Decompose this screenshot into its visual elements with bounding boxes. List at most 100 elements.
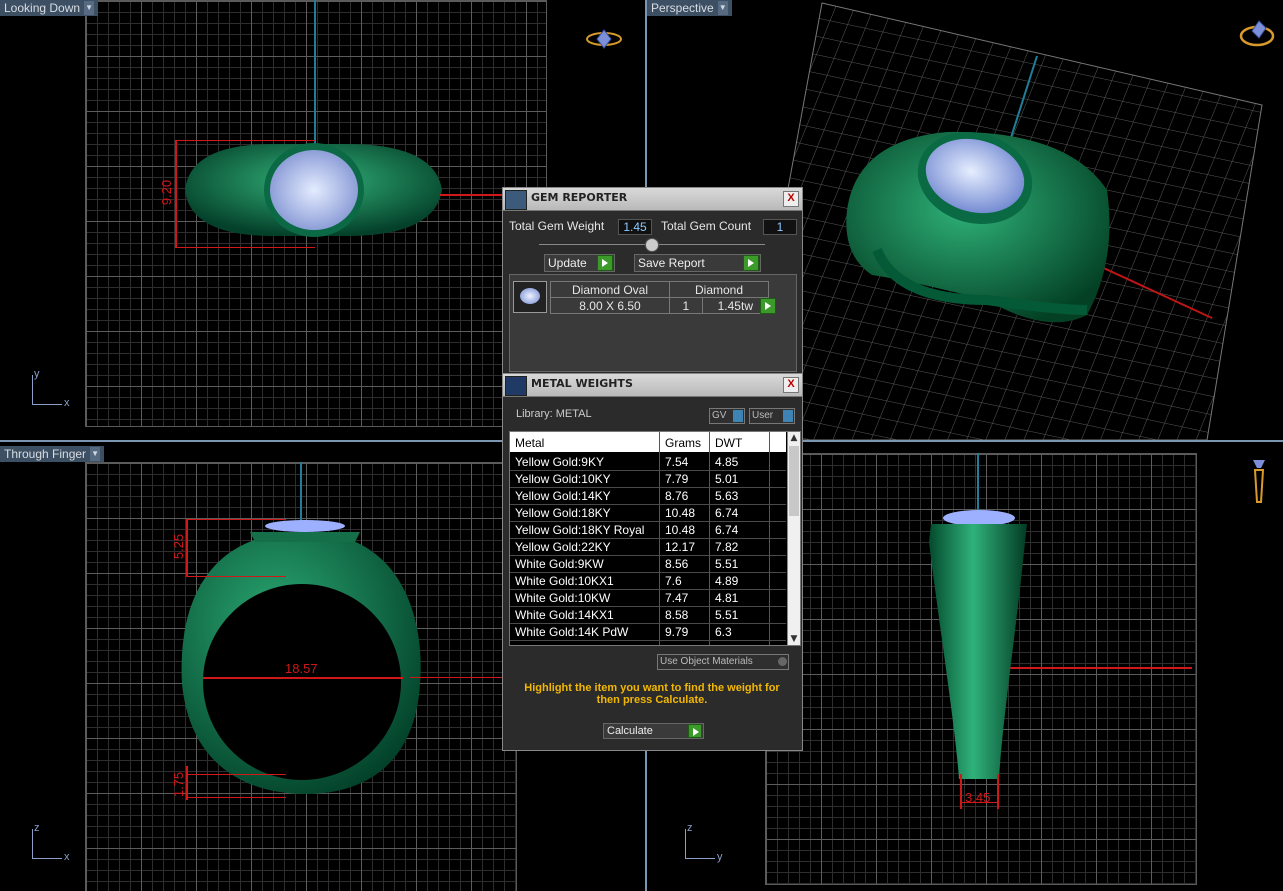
dim-line	[960, 774, 962, 809]
metal-table[interactable]: Metal Grams DWT Yellow Gold:9KY 7.54 4.85 …	[509, 431, 801, 646]
view-orientation-icon[interactable]	[1247, 454, 1271, 506]
table-row[interactable]: Yellow Gold:22KY 12.17 7.82	[510, 538, 786, 556]
viewport-label-text: Through Finger	[4, 447, 87, 461]
metal-name: Yellow Gold:14KY	[515, 489, 611, 503]
gem-weight: 1.45tw	[701, 297, 770, 314]
axis-indicator	[32, 829, 33, 859]
gem-row[interactable]: 8.00 X 6.50 1 1.45tw	[550, 297, 770, 314]
axis-x-label: x	[64, 851, 70, 863]
column-metal[interactable]: Metal	[515, 436, 544, 450]
metal-grams: 12.17	[665, 540, 696, 554]
table-row[interactable]: White Gold:9KW 8.56 5.51	[510, 555, 786, 573]
axis-y-label: y	[34, 368, 40, 380]
chevron-down-icon[interactable]: ▼	[90, 447, 101, 461]
update-label: Update	[548, 256, 587, 270]
toggle-indicator	[733, 410, 743, 422]
gem-row[interactable]: Diamond Oval Diamond	[550, 281, 769, 298]
metal-weights-panel[interactable]: METAL WEIGHTS X Library: METAL GV User M…	[502, 373, 803, 751]
dimension-label: 5.25	[171, 533, 187, 560]
total-gem-count-label: Total Gem Count	[661, 219, 752, 233]
table-header: Metal Grams DWT	[510, 432, 786, 452]
close-button[interactable]: X	[783, 191, 799, 207]
chevron-down-icon[interactable]: ▼	[717, 1, 728, 15]
dimension-label: 18.57	[285, 661, 318, 676]
metal-grams: 8.76	[665, 489, 689, 503]
viewport-label-perspective[interactable]: Perspective ▼	[647, 0, 732, 16]
instruction-text: Highlight the item you want to find the …	[524, 682, 780, 706]
scroll-up-icon[interactable]: ▲	[789, 433, 799, 443]
dimension-label: 9.20	[159, 179, 175, 206]
table-row[interactable]: White Gold:14K PdW 9.79 6.3	[510, 623, 786, 641]
panel-titlebar[interactable]: GEM REPORTER X	[503, 188, 802, 211]
dim-line	[186, 774, 286, 775]
metal-name: Yellow Gold:18KY Royal	[515, 523, 645, 537]
update-button[interactable]: Update	[544, 254, 615, 272]
table-row[interactable]: Yellow Gold:14KY 8.76 5.63	[510, 487, 786, 505]
toggle-indicator	[778, 657, 787, 666]
user-toggle[interactable]: User	[749, 408, 795, 424]
dim-line	[410, 677, 505, 678]
gem-size: 8.00 X 6.50	[550, 297, 670, 314]
metal-name: Yellow Gold:22KY	[515, 540, 611, 554]
play-icon[interactable]	[688, 724, 702, 738]
total-gem-weight-value: 1.45	[618, 219, 652, 235]
toggle-indicator	[783, 410, 793, 422]
table-row[interactable]: White Gold:10KX1 7.6 4.89	[510, 572, 786, 590]
gem-material: Diamond	[669, 281, 769, 298]
table-row[interactable]: White Gold:14KX1 8.58 5.51	[510, 606, 786, 624]
axis-indicator	[32, 858, 62, 859]
dim-line	[186, 519, 286, 520]
metal-dwt: 5.51	[715, 557, 739, 571]
table-row[interactable]: White Gold:10KW 7.47 4.81	[510, 589, 786, 607]
dim-line	[440, 194, 505, 196]
column-dwt[interactable]: DWT	[715, 436, 742, 450]
metal-grams: 8.58	[665, 608, 689, 622]
scroll-down-icon[interactable]: ▼	[789, 634, 799, 644]
view-orientation-icon[interactable]	[584, 27, 624, 51]
metal-grams: 10.48	[665, 506, 696, 520]
gem-list-area[interactable]: Diamond Oval Diamond 8.00 X 6.50 1 1.45t…	[509, 274, 797, 372]
gem-shape: Diamond Oval	[550, 281, 670, 298]
metal-name: White Gold:14K PdW	[515, 625, 629, 639]
play-icon[interactable]	[597, 255, 613, 271]
chevron-down-icon[interactable]: ▼	[84, 1, 95, 15]
view-orientation-icon[interactable]	[1237, 16, 1277, 50]
table-row[interactable]: Yellow Gold:18KY Royal 10.48 6.74	[510, 521, 786, 539]
axis-z-label: z	[687, 822, 693, 834]
viewport-label-through-finger[interactable]: Through Finger ▼	[0, 446, 105, 462]
axis-indicator	[685, 829, 686, 859]
viewport-label-looking-down[interactable]: Looking Down ▼	[0, 0, 99, 16]
panel-title: GEM REPORTER	[531, 191, 628, 204]
metal-name: Yellow Gold:18KY	[515, 506, 611, 520]
panel-titlebar[interactable]: METAL WEIGHTS X	[503, 374, 802, 397]
table-row[interactable]: Yellow Gold:9KY 7.54 4.85	[510, 453, 786, 471]
axis-indicator	[32, 375, 33, 405]
table-row[interactable]: Yellow Gold:18KY 10.48 6.74	[510, 504, 786, 522]
calculate-button[interactable]: Calculate	[603, 723, 704, 739]
axis-x-label: x	[64, 397, 70, 409]
dim-line	[186, 766, 188, 800]
save-report-button[interactable]: Save Report	[634, 254, 761, 272]
dim-line	[175, 140, 177, 248]
dim-line	[203, 677, 403, 679]
dim-line	[186, 797, 286, 798]
play-icon[interactable]	[743, 255, 759, 271]
z-axis-line	[314, 0, 316, 145]
gem-reporter-panel[interactable]: GEM REPORTER X Total Gem Weight 1.45 Tot…	[502, 187, 803, 377]
table-scrollbar[interactable]: ▲ ▼	[787, 432, 800, 645]
column-grams[interactable]: Grams	[665, 436, 701, 450]
metal-dwt: 5.63	[715, 489, 739, 503]
close-button[interactable]: X	[783, 377, 799, 393]
use-object-materials-toggle[interactable]: Use Object Materials	[657, 654, 789, 670]
slider-handle[interactable]	[645, 238, 659, 252]
play-icon[interactable]	[760, 298, 776, 314]
diamond-oval-icon	[513, 281, 547, 313]
gv-toggle[interactable]: GV	[709, 408, 745, 424]
user-label: User	[752, 410, 774, 421]
dim-line	[175, 140, 315, 141]
metal-grams: 8.56	[665, 557, 689, 571]
total-gem-weight-label: Total Gem Weight	[509, 219, 605, 233]
table-row[interactable]: Yellow Gold:10KY 7.79 5.01	[510, 470, 786, 488]
viewport-label-text: Perspective	[651, 1, 714, 15]
scroll-thumb[interactable]	[789, 446, 799, 516]
